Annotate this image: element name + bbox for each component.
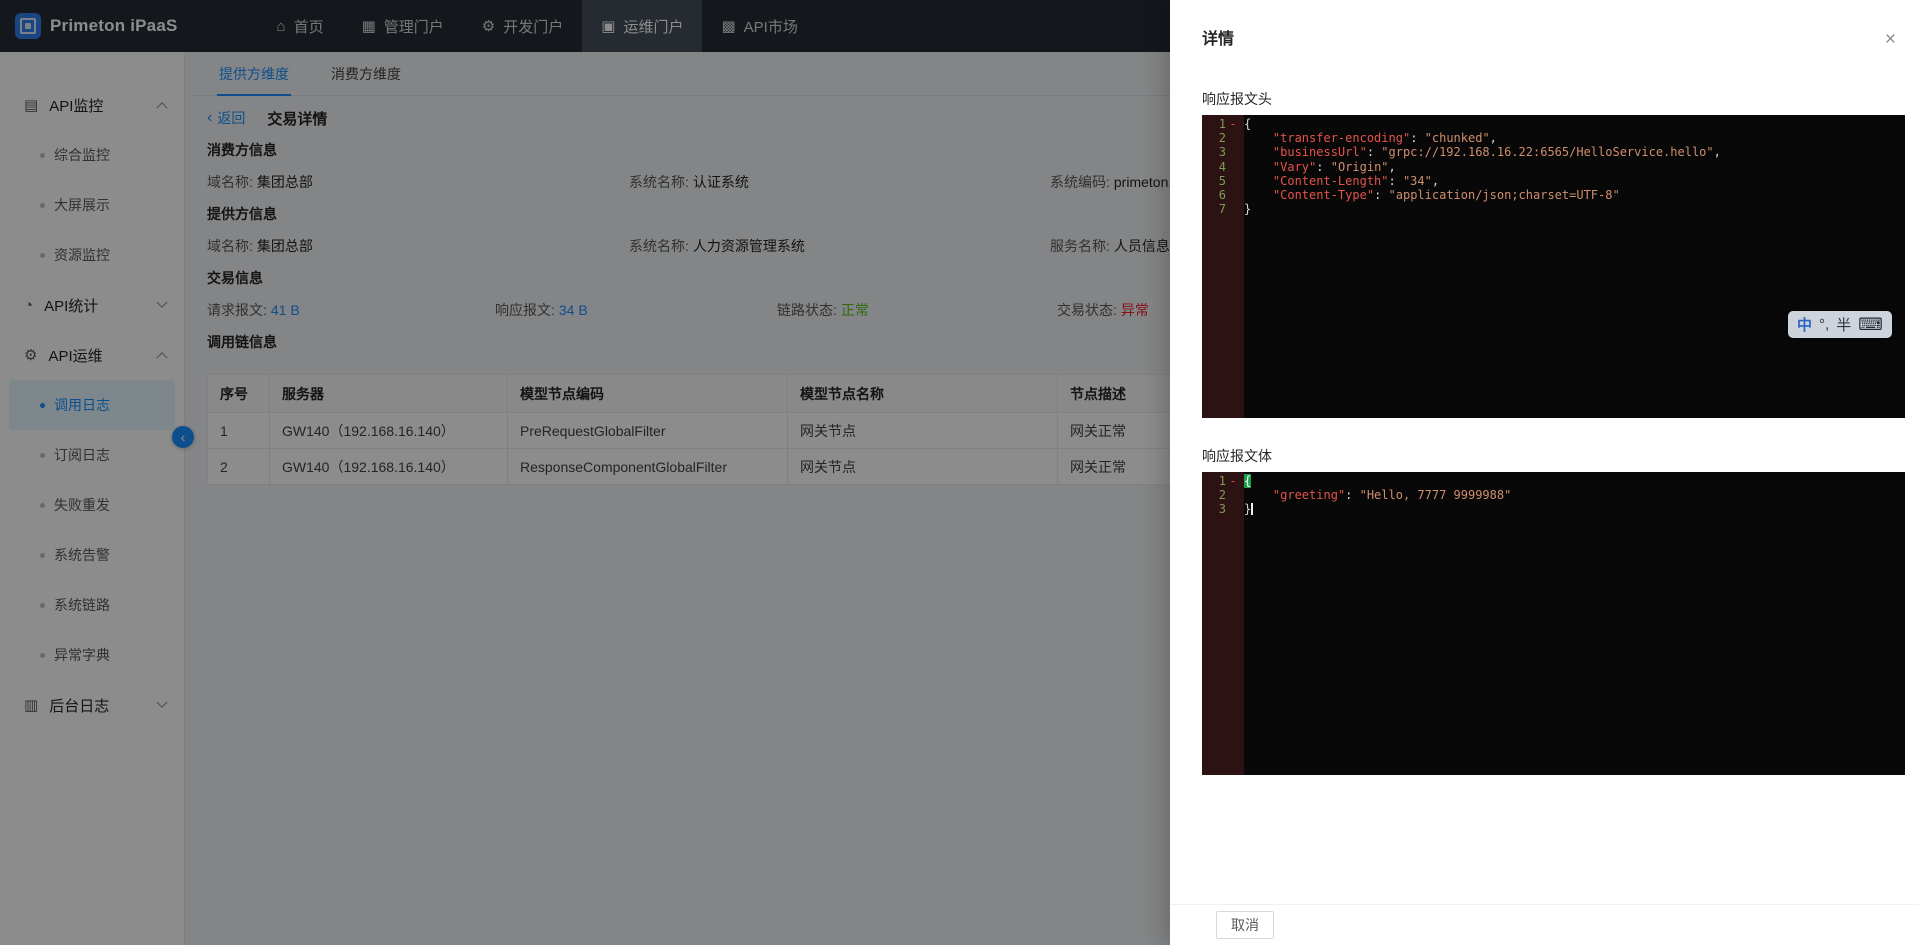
fold-marker-icon bbox=[1226, 145, 1240, 159]
drawer-body: 响应报文头 1-234567{ "transfer-encoding": "ch… bbox=[1170, 61, 1919, 904]
code-line: "businessUrl": "grpc://192.168.16.22:656… bbox=[1244, 145, 1905, 159]
drawer-header: 详情 × bbox=[1170, 0, 1919, 61]
response-body-label: 响应报文体 bbox=[1202, 446, 1905, 464]
line-number: 1 bbox=[1202, 117, 1226, 131]
text-cursor bbox=[1251, 503, 1253, 515]
fold-marker-icon bbox=[1226, 160, 1240, 174]
code-line: "greeting": "Hello, 7777 9999988" bbox=[1244, 488, 1905, 502]
line-number: 5 bbox=[1202, 174, 1226, 188]
editor-code: { "greeting": "Hello, 7777 9999988"} bbox=[1244, 472, 1905, 775]
code-line: "Vary": "Origin", bbox=[1244, 160, 1905, 174]
response-headers-code-editor[interactable]: 1-234567{ "transfer-encoding": "chunked"… bbox=[1202, 115, 1905, 418]
detail-drawer: 详情 × 响应报文头 1-234567{ "transfer-encoding"… bbox=[1170, 0, 1919, 945]
line-number: 6 bbox=[1202, 188, 1226, 202]
keyboard-icon: ⌨ bbox=[1858, 315, 1883, 335]
fold-marker-icon bbox=[1226, 502, 1240, 516]
fold-marker-icon bbox=[1226, 131, 1240, 145]
editor-code: { "transfer-encoding": "chunked", "busin… bbox=[1244, 115, 1905, 418]
ime-language-indicator: 中 bbox=[1797, 314, 1812, 335]
code-line: } bbox=[1244, 202, 1905, 216]
line-number: 3 bbox=[1202, 502, 1226, 516]
drawer-title: 详情 bbox=[1202, 29, 1234, 51]
close-button[interactable]: × bbox=[1883, 28, 1898, 51]
fold-marker-icon: - bbox=[1226, 117, 1240, 131]
code-line: } bbox=[1244, 502, 1905, 516]
line-number: 3 bbox=[1202, 145, 1226, 159]
response-body-code-editor[interactable]: 1-23{ "greeting": "Hello, 7777 9999988"} bbox=[1202, 472, 1905, 775]
code-line: "Content-Type": "application/json;charse… bbox=[1244, 188, 1905, 202]
line-number: 7 bbox=[1202, 202, 1226, 216]
ime-halfwidth-indicator: 半 bbox=[1836, 314, 1851, 335]
fold-marker-icon bbox=[1226, 202, 1240, 216]
editor-gutter: 1-234567 bbox=[1202, 115, 1244, 418]
line-number: 2 bbox=[1202, 488, 1226, 502]
fold-marker-icon bbox=[1226, 174, 1240, 188]
code-line: { bbox=[1244, 117, 1905, 131]
fold-marker-icon: - bbox=[1226, 474, 1240, 488]
fold-marker-icon bbox=[1226, 188, 1240, 202]
line-number: 1 bbox=[1202, 474, 1226, 488]
cancel-button[interactable]: 取消 bbox=[1216, 911, 1274, 939]
code-line: { bbox=[1244, 474, 1905, 488]
app-root: Primeton iPaaS ⌂首页▦管理门户⚙开发门户▣运维门户▩API市场 … bbox=[0, 0, 1919, 945]
editor-gutter: 1-23 bbox=[1202, 472, 1244, 775]
close-icon: × bbox=[1885, 29, 1896, 50]
code-line: "Content-Length": "34", bbox=[1244, 174, 1905, 188]
line-number: 4 bbox=[1202, 160, 1226, 174]
code-line: "transfer-encoding": "chunked", bbox=[1244, 131, 1905, 145]
ime-punctuation-indicator: °, bbox=[1819, 316, 1829, 333]
line-number: 2 bbox=[1202, 131, 1226, 145]
ime-panel: 中 °, 半 ⌨ bbox=[1788, 311, 1892, 338]
fold-marker-icon bbox=[1226, 488, 1240, 502]
drawer-footer: 取消 bbox=[1170, 904, 1919, 945]
response-headers-label: 响应报文头 bbox=[1202, 89, 1905, 107]
